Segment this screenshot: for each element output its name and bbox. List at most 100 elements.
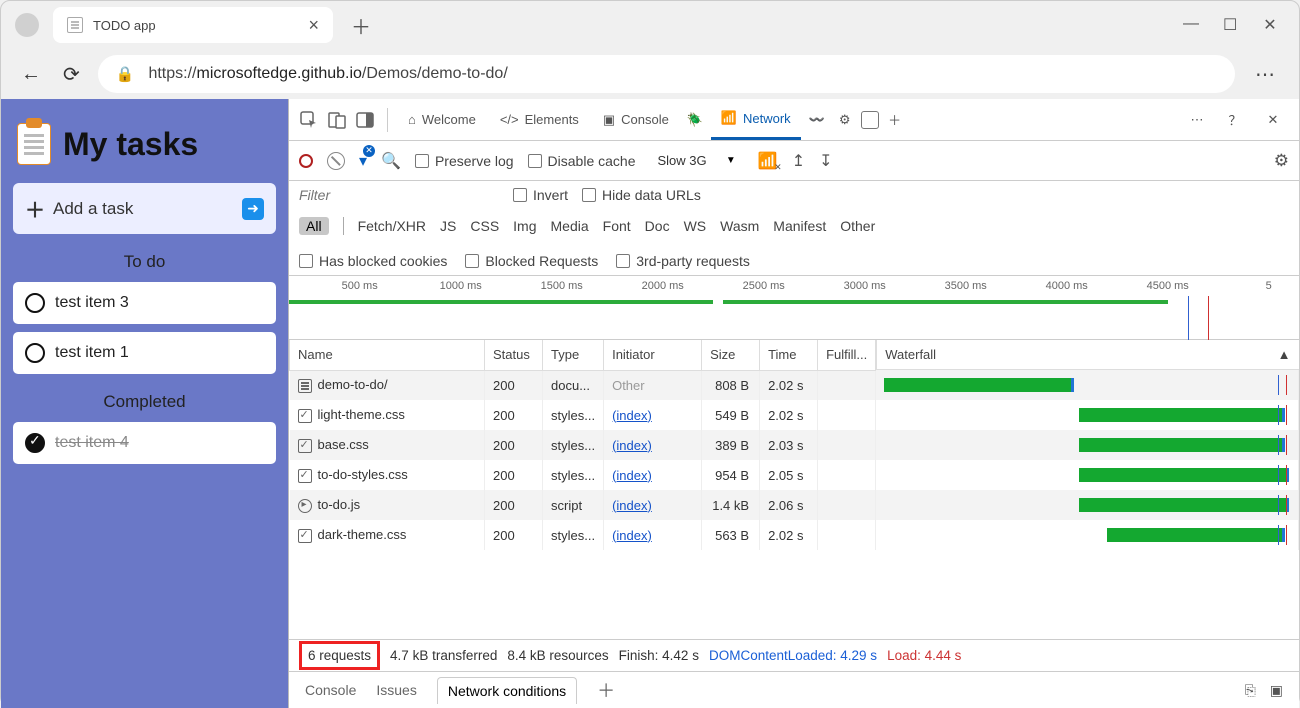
application-icon[interactable]	[861, 111, 879, 129]
type-filter-ws[interactable]: WS	[684, 218, 707, 234]
import-har-icon[interactable]: ↥	[792, 151, 805, 171]
tab-welcome[interactable]: ⌂Welcome	[398, 100, 486, 140]
sort-icon: ▲	[1278, 347, 1291, 362]
throttle-select[interactable]: Slow 3G ▼	[649, 150, 743, 171]
browser-menu-icon[interactable]: ⋯	[1249, 62, 1283, 87]
lock-icon[interactable]: 🔒	[116, 65, 135, 83]
browser-tab[interactable]: TODO app ×	[53, 7, 333, 43]
request-row[interactable]: to-do-styles.css200styles...(index)954 B…	[290, 460, 1299, 490]
minimize-icon[interactable]: ―	[1183, 15, 1197, 35]
initiator-link[interactable]: (index)	[612, 498, 652, 513]
devtools-more-icon[interactable]: ⋯	[1185, 108, 1209, 132]
cell-status: 200	[485, 370, 543, 400]
browser-titlebar: TODO app × ＋ ― ☐ ✕	[1, 1, 1299, 49]
hide-data-urls-checkbox[interactable]: Hide data URLs	[582, 187, 701, 203]
task-item[interactable]: test item 3	[13, 282, 276, 324]
drawer-tab-network-conditions[interactable]: Network conditions	[437, 677, 577, 704]
close-tab-icon[interactable]: ×	[304, 15, 323, 36]
inspect-element-icon[interactable]	[297, 108, 321, 132]
blocked-cookies-checkbox[interactable]: Has blocked cookies	[299, 253, 447, 269]
gear-icon[interactable]: ⚙	[833, 108, 857, 132]
bug-icon[interactable]: 🪲	[683, 108, 707, 132]
cell-type: styles...	[543, 460, 604, 490]
request-row[interactable]: dark-theme.css200styles...(index)563 B2.…	[290, 520, 1299, 550]
network-toolbar: ▾ 🔍 Preserve log Disable cache Slow 3G ▼…	[289, 141, 1299, 181]
profile-avatar[interactable]	[15, 13, 39, 37]
initiator-link[interactable]: (index)	[612, 468, 652, 483]
col-fulfilled[interactable]: Fulfill...	[818, 340, 876, 370]
type-filter-css[interactable]: CSS	[470, 218, 499, 234]
request-row[interactable]: light-theme.css200styles...(index)549 B2…	[290, 400, 1299, 430]
performance-icon[interactable]: 〰️	[805, 108, 829, 132]
disable-cache-checkbox[interactable]: Disable cache	[528, 153, 636, 169]
type-filter-other[interactable]: Other	[840, 218, 875, 234]
col-waterfall[interactable]: Waterfall▲	[876, 340, 1298, 370]
network-settings-icon[interactable]: ⚙	[1274, 151, 1289, 171]
preserve-log-checkbox[interactable]: Preserve log	[415, 153, 514, 169]
filter-toggle-icon[interactable]: ▾	[359, 151, 367, 171]
close-window-icon[interactable]: ✕	[1263, 15, 1277, 35]
help-icon[interactable]: ？	[1223, 108, 1247, 132]
file-type-icon	[298, 529, 312, 543]
request-row[interactable]: to-do.js200script(index)1.4 kB2.06 s	[290, 490, 1299, 520]
task-item-done[interactable]: test item 4	[13, 422, 276, 464]
refresh-button[interactable]: ⟳	[59, 58, 84, 91]
cell-waterfall	[876, 490, 1299, 520]
task-checkbox[interactable]	[25, 343, 45, 363]
type-filter-fetchxhr[interactable]: Fetch/XHR	[358, 218, 426, 234]
close-devtools-icon[interactable]: ✕	[1261, 108, 1285, 132]
col-time[interactable]: Time	[760, 340, 818, 370]
add-task-input[interactable]: ＋ Add a task ➜	[13, 183, 276, 234]
record-button[interactable]	[299, 154, 313, 168]
type-filter-doc[interactable]: Doc	[645, 218, 670, 234]
drawer-icon-2[interactable]: ▣	[1270, 682, 1283, 699]
type-filter-font[interactable]: Font	[603, 218, 631, 234]
col-size[interactable]: Size	[702, 340, 760, 370]
more-tabs-icon[interactable]: ＋	[883, 108, 907, 132]
type-filter-media[interactable]: Media	[551, 218, 589, 234]
initiator-link[interactable]: (index)	[612, 528, 652, 543]
invert-checkbox[interactable]: Invert	[513, 187, 568, 203]
timeline-overview[interactable]: 500 ms1000 ms1500 ms2000 ms2500 ms3000 m…	[289, 276, 1299, 340]
type-filter-img[interactable]: Img	[513, 218, 536, 234]
maximize-icon[interactable]: ☐	[1223, 15, 1237, 35]
filter-input[interactable]	[299, 187, 499, 203]
type-filter-wasm[interactable]: Wasm	[720, 218, 759, 234]
col-type[interactable]: Type	[543, 340, 604, 370]
task-checkbox[interactable]	[25, 293, 45, 313]
drawer-tab-console[interactable]: Console	[305, 682, 356, 698]
address-bar[interactable]: 🔒 https://microsoftedge.github.io/Demos/…	[98, 55, 1235, 93]
tab-network[interactable]: 📶Network	[711, 100, 801, 140]
col-name[interactable]: Name	[290, 340, 485, 370]
task-item[interactable]: test item 1	[13, 332, 276, 374]
request-row[interactable]: demo-to-do/200docu...Other808 B2.02 s	[290, 370, 1299, 400]
request-row[interactable]: base.css200styles...(index)389 B2.03 s	[290, 430, 1299, 460]
initiator-link[interactable]: (index)	[612, 408, 652, 423]
blocked-requests-checkbox[interactable]: Blocked Requests	[465, 253, 598, 269]
network-conditions-icon[interactable]: 📶	[758, 151, 778, 171]
export-har-icon[interactable]: ↧	[819, 151, 832, 171]
col-initiator[interactable]: Initiator	[604, 340, 702, 370]
type-filter-js[interactable]: JS	[440, 218, 456, 234]
drawer-tab-issues[interactable]: Issues	[376, 682, 416, 698]
label: Preserve log	[435, 153, 514, 169]
back-button[interactable]: ←	[17, 59, 45, 90]
drawer-add-tab-icon[interactable]: ＋	[597, 677, 615, 703]
clear-button[interactable]	[327, 152, 345, 170]
initiator-link[interactable]: (index)	[612, 438, 652, 453]
tab-console[interactable]: ▣Console	[593, 100, 679, 140]
tab-elements[interactable]: </>Elements	[490, 100, 589, 140]
tab-label: Welcome	[422, 112, 476, 127]
dock-side-icon[interactable]	[353, 108, 377, 132]
drawer-icon-1[interactable]: ⎘	[1245, 682, 1256, 699]
task-checkbox[interactable]	[25, 433, 45, 453]
device-toolbar-icon[interactable]	[325, 108, 349, 132]
col-status[interactable]: Status	[485, 340, 543, 370]
third-party-checkbox[interactable]: 3rd-party requests	[616, 253, 750, 269]
type-filter-all[interactable]: All	[299, 217, 329, 235]
new-tab-button[interactable]: ＋	[343, 7, 379, 44]
page-title-text: My tasks	[63, 126, 198, 163]
search-icon[interactable]: 🔍	[381, 151, 401, 171]
submit-task-button[interactable]: ➜	[242, 198, 264, 220]
type-filter-manifest[interactable]: Manifest	[773, 218, 826, 234]
